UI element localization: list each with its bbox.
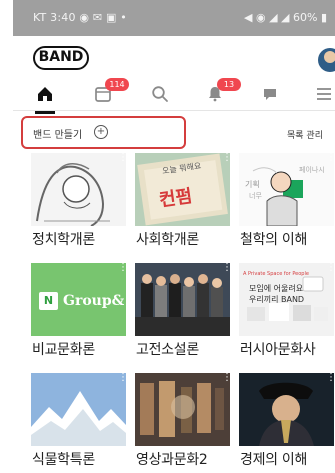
band-thumbnail <box>135 263 230 336</box>
band-card[interactable]: ⋮ 경제의 이해 <box>239 373 335 473</box>
band-title: 경제의 이해 <box>240 452 308 468</box>
band-title: 철학의 이해 <box>240 232 308 248</box>
app-bar: BAND <box>13 36 335 76</box>
tab-calendar[interactable]: 114 <box>91 78 129 106</box>
plus-circle-icon: + <box>94 125 108 139</box>
card-menu-icon[interactable]: ⋮ <box>326 263 335 278</box>
status-bar: KT 3:40 ◉ ✉ ▣ • ◀ ◉ ◢ ◢ 60% ▮ <box>13 0 335 36</box>
band-thumbnail: 오늘 뭐해요 컨펌 <box>135 153 230 226</box>
manage-list-button[interactable]: 목록 관리 <box>287 128 323 141</box>
band-title: 러시아문화사 <box>240 342 316 358</box>
home-icon <box>38 87 52 101</box>
tab-chat[interactable] <box>258 82 282 106</box>
band-title: 식물학특론 <box>32 452 95 468</box>
card-menu-icon[interactable]: ⋮ <box>118 373 128 388</box>
band-logo: BAND <box>33 46 89 70</box>
portrait-illustration <box>239 373 334 446</box>
status-left: KT 3:40 ◉ ✉ ▣ • <box>33 11 127 24</box>
card-menu-icon[interactable]: ⋮ <box>222 373 232 388</box>
card-menu-icon[interactable]: ⋮ <box>118 153 128 168</box>
sketch-illustration <box>36 163 110 226</box>
band-thumbnail <box>31 153 126 226</box>
mountain-illustration <box>31 373 126 446</box>
band-thumbnail: N Group& <box>31 263 126 336</box>
band-title: 영상과문화2 <box>136 452 208 468</box>
status-right: ◀ ◉ ◢ ◢ 60% ▮ <box>244 11 327 24</box>
band-actions: 밴드 만들기 + 목록 관리 <box>13 116 335 150</box>
doc-text-3: 너무 <box>249 192 262 200</box>
group-logo-icon: N <box>39 292 58 310</box>
band-thumbnail <box>31 373 126 446</box>
card-menu-icon[interactable]: ⋮ <box>222 153 232 168</box>
band-card[interactable]: ⋮ 고전소설론 <box>135 263 232 367</box>
paper-main-text: 컨펌 <box>157 185 194 212</box>
card-menu-icon[interactable]: ⋮ <box>118 263 128 278</box>
doc-text-1: 기획 <box>245 180 260 189</box>
band-thumbnail: A Private Space for People 모임에 어울려요 우리끼리… <box>239 263 334 336</box>
band-thumbnail <box>135 373 230 446</box>
band-grid: ⋮ 정치학개론 오늘 뭐해요 컨펌 ⋮ 사회학개론 <box>31 153 335 473</box>
doc-text-2: 페이나시 <box>299 166 325 174</box>
band-card[interactable]: 기획 페이나시 너무 ⋮ 철학의 이해 <box>239 153 335 257</box>
gallery-illustration <box>135 373 230 446</box>
search-icon <box>152 86 168 102</box>
band-card[interactable]: A Private Space for People 모임에 어울려요 우리끼리… <box>239 263 335 367</box>
card-menu-icon[interactable]: ⋮ <box>326 373 335 388</box>
band-card[interactable]: ⋮ 영상과문화2 <box>135 373 232 473</box>
avatar[interactable] <box>318 48 335 72</box>
notification-badge: 13 <box>217 78 241 91</box>
tab-bar: 114 13 <box>13 76 335 114</box>
card-menu-icon[interactable]: ⋮ <box>222 263 232 278</box>
card-menu-icon[interactable]: ⋮ <box>326 153 335 168</box>
band-title: 사회학개론 <box>136 232 199 248</box>
tab-notifications[interactable]: 13 <box>203 78 241 106</box>
tab-search[interactable] <box>148 82 172 106</box>
calendar-badge: 114 <box>105 78 129 91</box>
group-text: Group& <box>63 293 125 309</box>
group-photo-illustration <box>135 263 230 336</box>
band-card[interactable]: ⋮ 정치학개론 <box>31 153 128 257</box>
phone-screen: KT 3:40 ◉ ✉ ▣ • ◀ ◉ ◢ ◢ 60% ▮ BAND 114 1… <box>13 0 335 473</box>
band-thumbnail: 기획 페이나시 너무 <box>239 153 334 226</box>
tab-home[interactable] <box>33 82 57 114</box>
tab-menu[interactable] <box>312 82 335 106</box>
create-band-label: 밴드 만들기 <box>33 130 83 141</box>
band-thumbnail <box>239 373 334 446</box>
create-band-button[interactable]: 밴드 만들기 + <box>21 116 186 149</box>
band-card[interactable]: N Group& ⋮ 비교문화론 <box>31 263 128 367</box>
band-title: 비교문화론 <box>32 342 95 358</box>
banner-illustration <box>247 276 328 321</box>
menu-icon <box>317 88 331 100</box>
band-card[interactable]: ⋮ 식물학특론 <box>31 373 128 473</box>
chat-icon <box>264 89 276 100</box>
band-card[interactable]: 오늘 뭐해요 컨펌 ⋮ 사회학개론 <box>135 153 232 257</box>
band-title: 정치학개론 <box>32 232 95 248</box>
band-title: 고전소설론 <box>136 342 199 358</box>
